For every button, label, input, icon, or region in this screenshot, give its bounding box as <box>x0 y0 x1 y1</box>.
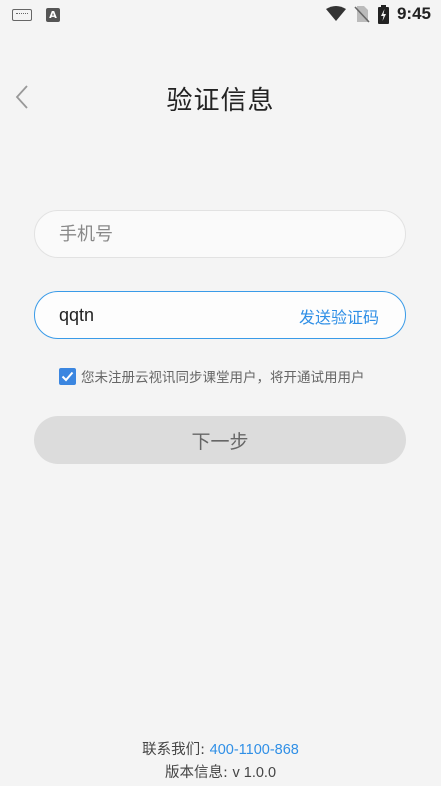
battery-charging-icon <box>377 4 389 24</box>
phone-field[interactable] <box>34 210 406 258</box>
version-label: 版本信息: <box>164 765 233 781</box>
version-value: v 1.0.0 <box>232 765 277 781</box>
send-code-button[interactable]: 发送验证码 <box>299 304 379 328</box>
next-step-button[interactable]: 下一步 <box>34 416 406 464</box>
check-icon <box>61 371 74 381</box>
agreement-checkbox[interactable] <box>59 367 76 385</box>
wifi-icon <box>325 6 346 21</box>
verification-code-input[interactable] <box>59 292 289 338</box>
phone-input[interactable] <box>59 211 289 257</box>
page-title: 验证信息 <box>166 86 275 116</box>
contact-label: 联系我们: <box>142 742 210 758</box>
agreement-row: 您未注册云视讯同步课堂用户，将开通试用用户 <box>59 366 365 386</box>
no-sim-icon <box>354 6 370 23</box>
code-field[interactable]: 发送验证码 <box>34 291 406 339</box>
header: 验证信息 <box>0 70 441 126</box>
status-bar: A 9:45 <box>0 0 441 32</box>
contact-phone-link[interactable]: 400-1100-868 <box>210 742 299 758</box>
version-info: 版本信息: v 1.0.0 <box>0 761 441 782</box>
agreement-text: 您未注册云视讯同步课堂用户，将开通试用用户 <box>81 370 365 386</box>
contact-info: 联系我们: 400-1100-868 <box>0 738 441 759</box>
keyboard-icon <box>12 9 32 21</box>
status-time: 9:45 <box>396 4 431 23</box>
a-app-icon: A <box>46 8 60 22</box>
